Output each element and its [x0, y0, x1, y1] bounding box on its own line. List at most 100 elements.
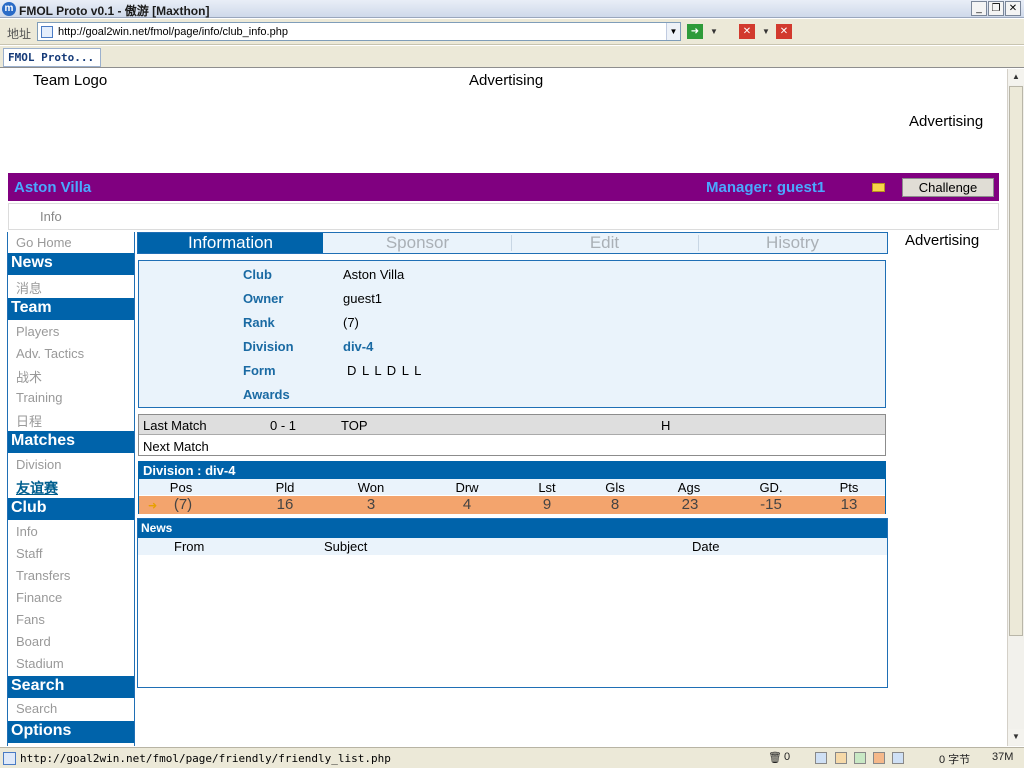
sidebar-head-club: Club	[8, 498, 134, 520]
division-table: Division : div-4 Pos Pld Won Drw Lst Gls…	[138, 461, 886, 514]
col-pts: Pts	[839, 480, 859, 495]
cell-pts: 13	[840, 496, 858, 513]
minimize-button[interactable]: _	[971, 1, 987, 16]
cell-pos: (7)	[173, 496, 193, 513]
sidebar-head-news: News	[8, 253, 134, 275]
sidebar-item-transfers[interactable]: Transfers	[16, 568, 70, 583]
go-dropdown-icon[interactable]: ▼	[706, 24, 722, 39]
status-memory: 37M	[992, 751, 1014, 763]
rank-label: Rank	[243, 315, 275, 330]
page-icon	[41, 26, 53, 38]
close-tab-icon[interactable]: ✕	[739, 24, 755, 39]
status-tool-icon[interactable]	[873, 752, 885, 764]
page-tabs: Information Sponsor Edit Hisotry	[137, 232, 888, 254]
division-link[interactable]: div-4	[343, 339, 373, 354]
tab-history[interactable]: Hisotry	[699, 233, 886, 253]
sidebar-item-players[interactable]: Players	[16, 324, 59, 339]
last-match-score: 0 - 1	[270, 418, 297, 433]
division-header-row: Pos Pld Won Drw Lst Gls Ags GD. Pts	[139, 479, 885, 495]
news-panel: News From Subject Date	[137, 518, 888, 688]
owner-label: Owner	[243, 291, 284, 306]
go-arrow-icon[interactable]: ➜	[687, 24, 703, 39]
address-field[interactable]: ▼	[37, 22, 681, 41]
sidebar-item-tactics[interactable]: 战术	[16, 367, 42, 386]
col-won: Won	[357, 480, 385, 495]
url-input[interactable]	[58, 24, 658, 39]
sidebar-item-division[interactable]: Division	[16, 457, 62, 472]
sub-nav-info[interactable]: Info	[40, 209, 62, 224]
cell-won: 3	[366, 496, 376, 513]
last-match-venue: H	[661, 418, 671, 433]
ad-side: Advertising	[905, 232, 980, 249]
division-label: Division	[243, 339, 294, 354]
sidebar-item-adv-tactics[interactable]: Adv. Tactics	[16, 346, 84, 361]
status-tool-icon[interactable]	[854, 752, 866, 764]
cell-gd: -15	[760, 496, 782, 513]
close-all-icon[interactable]: ✕	[776, 24, 792, 39]
sidebar-item-training[interactable]: Training	[16, 390, 62, 405]
sidebar-item-board[interactable]: Board	[16, 634, 51, 649]
trash-count: 0	[784, 751, 791, 763]
status-tool-icon[interactable]	[835, 752, 847, 764]
team-logo: Team Logo	[33, 72, 108, 89]
vertical-scrollbar[interactable]: ▲ ▼	[1007, 69, 1024, 746]
scroll-down-icon[interactable]: ▼	[1008, 729, 1024, 745]
status-bytes: 0 字节	[939, 754, 971, 766]
challenge-button[interactable]: Challenge	[902, 178, 994, 197]
last-match-opponent[interactable]: TOP	[341, 418, 368, 433]
cell-lst: 9	[542, 496, 552, 513]
form-value: D L L D L L	[347, 363, 423, 378]
window-titlebar: m FMOL Proto v0.1 - 傲游 [Maxthon] _ ❐ ✕	[0, 0, 1024, 18]
col-ags: Ags	[677, 480, 701, 495]
cell-ags: 23	[681, 496, 699, 513]
sidebar-item-info[interactable]: Info	[16, 524, 38, 539]
page-viewport: Team Logo Advertising Advertising Aston …	[0, 69, 1007, 746]
sidebar-item-finance[interactable]: Finance	[16, 590, 62, 605]
sub-nav-bar: Info	[8, 203, 999, 230]
sidebar-head-matches: Matches	[8, 431, 134, 453]
browser-tab[interactable]: FMOL Proto...	[3, 48, 101, 67]
address-toolbar: 地址 ▼ ➜ ▼ ✕ ▼ ✕	[0, 19, 1024, 45]
address-label: 地址	[7, 27, 32, 41]
window-title: FMOL Proto v0.1 - 傲游 [Maxthon]	[19, 4, 210, 18]
ad-right: Advertising	[909, 113, 984, 130]
chevron-down-icon[interactable]: ▼	[666, 23, 680, 40]
cell-gls: 8	[610, 496, 620, 513]
sidebar-item-schedule[interactable]: 日程	[16, 411, 42, 430]
status-tool-icon[interactable]	[892, 752, 904, 764]
status-tool-icon[interactable]	[815, 752, 827, 764]
club-header-bar: Aston Villa Manager: guest1 Challenge	[8, 173, 999, 201]
sidebar-item-search[interactable]: Search	[16, 701, 57, 716]
club-name[interactable]: Aston Villa	[14, 179, 91, 196]
sidebar-item-fans[interactable]: Fans	[16, 612, 45, 627]
col-pld: Pld	[275, 480, 295, 495]
rank-value: (7)	[343, 315, 359, 330]
division-team-row[interactable]: ➜ (7) 16 3 4 9 8 23 -15 13	[139, 496, 885, 514]
close-window-button[interactable]: ✕	[1005, 1, 1021, 16]
tab-edit[interactable]: Edit	[512, 233, 697, 253]
scroll-thumb[interactable]	[1009, 86, 1023, 636]
sidebar-item-stadium[interactable]: Stadium	[16, 656, 64, 671]
division-title: Division : div-4	[139, 462, 885, 479]
status-url: http://goal2win.net/fmol/page/friendly/f…	[20, 752, 391, 765]
trash-icon[interactable]: 🗑	[768, 751, 782, 764]
last-match-row: Last Match 0 - 1 TOP H	[139, 415, 885, 435]
news-col-date: Date	[692, 539, 720, 554]
close-dropdown-icon[interactable]: ▼	[758, 24, 774, 39]
sidebar-item-messages[interactable]: 消息	[16, 278, 42, 297]
matches-panel: Last Match 0 - 1 TOP H Next Match	[138, 414, 886, 456]
col-drw: Drw	[455, 480, 479, 495]
sidebar-item-friendly[interactable]: 友谊赛	[16, 478, 58, 498]
sidebar-item-go-home[interactable]: Go Home	[16, 235, 72, 250]
tab-sponsor[interactable]: Sponsor	[325, 233, 510, 253]
mail-icon[interactable]	[872, 183, 885, 192]
next-match-label: Next Match	[143, 439, 209, 454]
scroll-up-icon[interactable]: ▲	[1008, 69, 1024, 85]
ad-top: Advertising	[469, 72, 544, 89]
manager-name: Manager: guest1	[706, 179, 826, 196]
sidebar-item-staff[interactable]: Staff	[16, 546, 43, 561]
restore-button[interactable]: ❐	[988, 1, 1004, 16]
tab-information[interactable]: Information	[138, 233, 323, 253]
cell-drw: 4	[462, 496, 472, 513]
sidebar-head-search: Search	[8, 676, 134, 698]
